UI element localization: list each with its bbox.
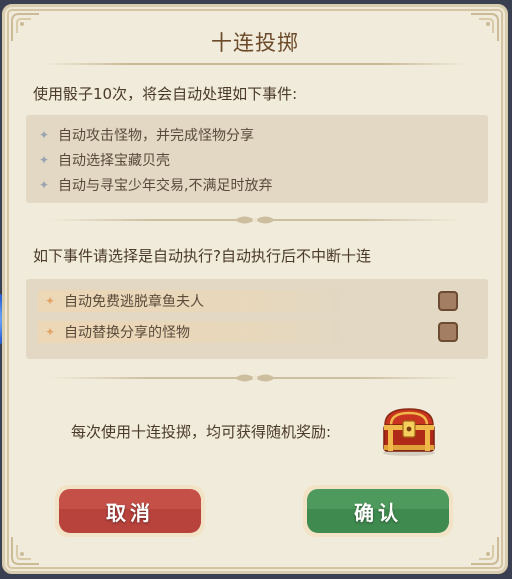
option-row: ✦ 自动免费逃脱章鱼夫人: [38, 290, 344, 312]
sparkle-icon: ✦: [44, 294, 56, 308]
auto-event-item: ✦ 自动选择宝藏贝壳: [38, 150, 170, 170]
treasure-chest-icon: [377, 405, 441, 457]
sparkle-icon: ✦: [44, 325, 56, 339]
cancel-label: 取消: [106, 500, 154, 525]
corner-ornament: [9, 533, 43, 567]
options-box: ✦ 自动免费逃脱章鱼夫人 ✦ 自动替换分享的怪物: [26, 279, 488, 359]
option-checkbox[interactable]: [438, 291, 458, 311]
sparkle-icon: ✦: [38, 153, 50, 167]
ten-roll-dialog: 十连投掷 使用骰子10次，将会自动处理如下事件: ✦ 自动攻击怪物，并完成怪物分…: [2, 4, 508, 574]
auto-event-item: ✦ 自动与寻宝少年交易,不满足时放弃: [38, 175, 272, 195]
section-divider: [49, 373, 461, 383]
confirm-button[interactable]: 确认: [301, 483, 455, 539]
question-text: 如下事件请选择是自动执行?自动执行后不中断十连: [33, 247, 371, 265]
intro-text: 使用骰子10次，将会自动处理如下事件:: [33, 85, 298, 103]
corner-ornament: [467, 533, 501, 567]
auto-event-label: 自动与寻宝少年交易,不满足时放弃: [58, 178, 273, 194]
auto-event-label: 自动攻击怪物，并完成怪物分享: [58, 128, 254, 144]
auto-event-item: ✦ 自动攻击怪物，并完成怪物分享: [38, 125, 254, 145]
cancel-button[interactable]: 取消: [53, 483, 207, 539]
confirm-label: 确认: [354, 500, 402, 525]
option-row: ✦ 自动替换分享的怪物: [38, 321, 344, 343]
auto-event-label: 自动选择宝藏贝壳: [58, 153, 170, 169]
auto-events-box: ✦ 自动攻击怪物，并完成怪物分享 ✦ 自动选择宝藏贝壳 ✦ 自动与寻宝少年交易,…: [26, 115, 488, 203]
reward-text: 每次使用十连投掷，均可获得随机奖励:: [71, 423, 332, 441]
option-checkbox[interactable]: [438, 322, 458, 342]
option-label: 自动替换分享的怪物: [64, 325, 190, 341]
title-divider: [45, 63, 465, 65]
option-label: 自动免费逃脱章鱼夫人: [64, 294, 204, 310]
dialog-title: 十连投掷: [211, 31, 299, 55]
sparkle-icon: ✦: [38, 128, 50, 142]
section-divider: [49, 215, 461, 225]
sparkle-icon: ✦: [38, 178, 50, 192]
